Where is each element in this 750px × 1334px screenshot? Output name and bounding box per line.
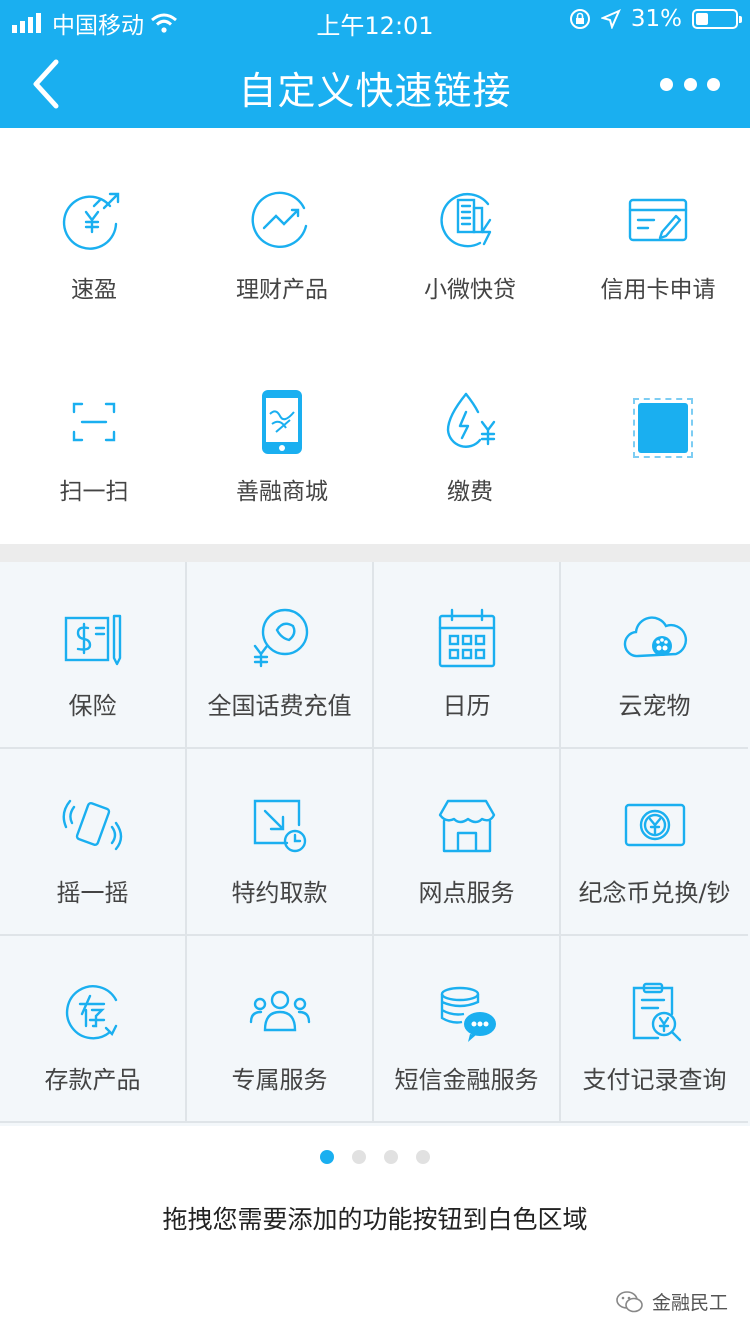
page-dot[interactable] [352, 1150, 366, 1164]
page-dot[interactable] [384, 1150, 398, 1164]
page-title: 自定义快速链接 [238, 69, 512, 113]
function-label: 短信金融服务 [394, 1066, 539, 1094]
status-right: 31% [569, 6, 742, 32]
drag-hint: 拖拽您需要添加的功能按钮到白色区域 [162, 1205, 588, 1234]
rotation-lock-icon [569, 9, 590, 29]
function-label: 专属服务 [231, 1066, 328, 1094]
function-coin-exchange[interactable]: 纪念币兑换/钞 [561, 749, 748, 936]
withdraw-clock-icon [253, 799, 306, 853]
scan-icon [72, 402, 116, 442]
group-users-icon [249, 990, 310, 1032]
card-pen-icon [628, 198, 688, 242]
function-label: 云宠物 [618, 692, 691, 720]
quick-link-scan[interactable]: 扫一扫 [0, 330, 188, 530]
function-label: 纪念币兑换/钞 [578, 879, 731, 907]
quick-link-credit-card[interactable]: 信用卡申请 [564, 128, 750, 328]
quick-links-area: 速盈 理财产品 小微快贷 信用卡申请 扫一扫 善融商城 缴费 [0, 128, 750, 544]
quick-link-suying[interactable]: 速盈 [0, 128, 188, 328]
function-deposit[interactable]: 存款产品 [0, 936, 187, 1123]
empty-drop-slot[interactable] [633, 398, 693, 458]
function-branch[interactable]: 网点服务 [374, 749, 561, 936]
function-calendar[interactable]: 日历 [374, 562, 561, 749]
phone-recharge-icon [253, 608, 308, 668]
quick-link-label: 善融商城 [236, 479, 328, 505]
location-icon [600, 9, 621, 29]
coin-exchange-icon [624, 803, 685, 847]
cloud-pet-icon [623, 616, 687, 658]
phone-mall-icon [262, 390, 302, 454]
trend-chart-icon [251, 191, 308, 248]
function-label: 存款产品 [44, 1066, 141, 1094]
function-label: 全国话费充值 [207, 692, 352, 720]
function-label: 摇一摇 [56, 879, 129, 907]
section-divider [0, 544, 750, 562]
quick-link-label: 理财产品 [236, 277, 328, 303]
quick-link-label: 信用卡申请 [600, 277, 716, 303]
function-label: 支付记录查询 [582, 1066, 727, 1094]
quick-link-label: 扫一扫 [59, 479, 129, 505]
quick-link-mall[interactable]: 善融商城 [188, 330, 376, 530]
yuan-arrows-icon [62, 192, 120, 250]
function-payment-record[interactable]: 支付记录查询 [561, 936, 748, 1123]
page-dot[interactable] [416, 1150, 430, 1164]
function-shake[interactable]: 摇一摇 [0, 749, 187, 936]
function-label: 保险 [68, 692, 117, 720]
function-special-withdraw[interactable]: 特约取款 [187, 749, 374, 936]
calendar-icon [438, 608, 495, 668]
nav-bar: 自定义快速链接 [0, 40, 750, 128]
function-label: 特约取款 [231, 879, 328, 907]
quick-link-wealth[interactable]: 理财产品 [188, 128, 376, 328]
battery-icon [692, 9, 742, 29]
function-label: 网点服务 [418, 879, 515, 907]
payment-record-icon [632, 982, 681, 1042]
quick-link-payment[interactable]: 缴费 [376, 330, 564, 530]
status-bar: 中国移动 上午12:01 31% [0, 0, 750, 40]
function-exclusive-service[interactable]: 专属服务 [187, 936, 374, 1123]
quick-link-label: 速盈 [71, 277, 117, 303]
shake-phone-icon [62, 799, 122, 851]
branch-store-icon [438, 799, 495, 853]
insurance-icon [64, 614, 121, 666]
page-dot[interactable] [320, 1150, 334, 1164]
sms-coins-icon [440, 986, 496, 1042]
quick-link-loan[interactable]: 小微快贷 [376, 128, 564, 328]
function-insurance[interactable]: 保险 [0, 562, 187, 749]
function-sms-finance[interactable]: 短信金融服务 [374, 936, 561, 1123]
function-cloud-pet[interactable]: 云宠物 [561, 562, 748, 749]
deposit-icon [65, 985, 117, 1040]
quick-link-label: 缴费 [447, 479, 493, 505]
app-header: 中国移动 上午12:01 31% 自定义快速链接 [0, 0, 750, 128]
water-yuan-icon [446, 392, 496, 448]
page-indicator [0, 1150, 750, 1164]
quick-link-label: 小微快贷 [424, 277, 516, 303]
more-button[interactable] [660, 66, 720, 102]
watermark: 金融民工 [616, 1288, 728, 1315]
battery-percent: 31% [630, 6, 682, 32]
available-functions-grid: 保险 全国话费充值 日历 云宠物 摇一摇 特约取款 网点服务 纪念币兑换/钞 存… [0, 562, 750, 1126]
watermark-text: 金融民工 [651, 1292, 728, 1314]
function-label: 日历 [442, 692, 491, 720]
building-bolt-icon [440, 193, 492, 248]
wechat-icon [616, 1290, 643, 1312]
back-button[interactable] [24, 54, 74, 114]
function-phone-recharge[interactable]: 全国话费充值 [187, 562, 374, 749]
